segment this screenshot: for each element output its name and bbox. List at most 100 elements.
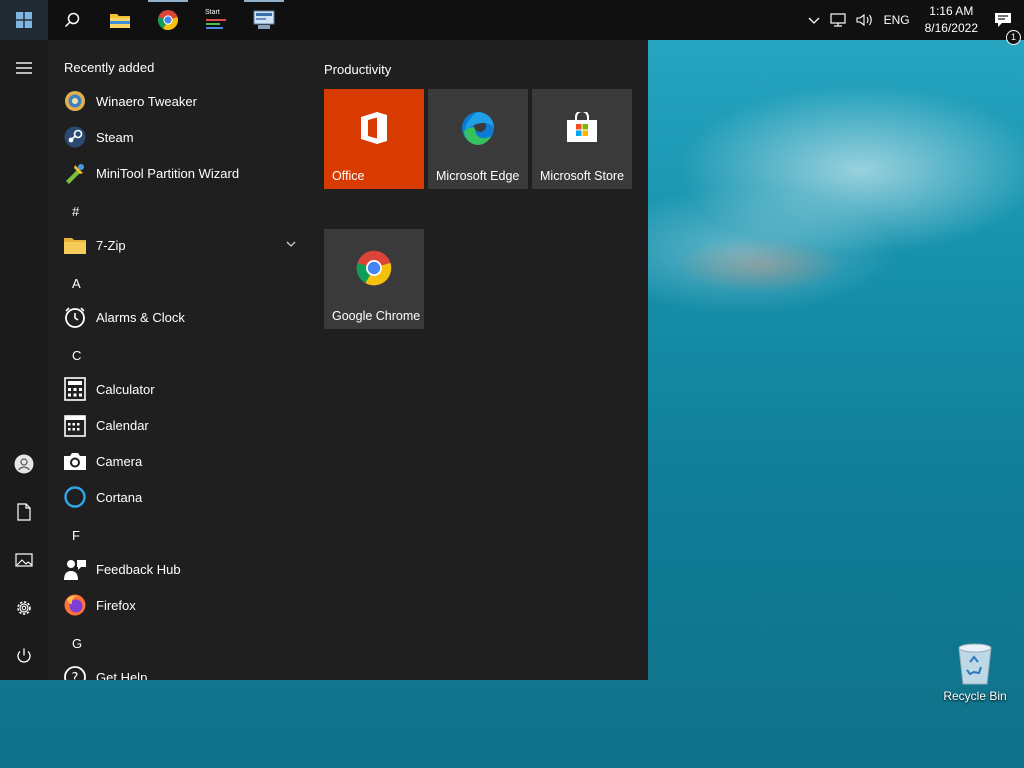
group-letter-hash[interactable]: # — [72, 204, 79, 219]
get-help-icon: ? — [62, 664, 88, 680]
firefox-icon — [62, 592, 88, 618]
app-minitool-partition-wizard[interactable]: MiniTool Partition Wizard — [62, 156, 302, 190]
taskbar-network-app[interactable] — [240, 0, 288, 40]
tile-microsoft-edge[interactable]: Microsoft Edge — [428, 89, 528, 189]
gear-icon — [17, 601, 31, 615]
action-center-button[interactable]: 1 — [986, 12, 1024, 45]
pictures-button[interactable] — [0, 540, 48, 580]
tile-group-title[interactable]: Productivity — [324, 62, 391, 77]
settings-button[interactable] — [0, 588, 48, 628]
picture-icon — [15, 553, 33, 567]
network-icon — [829, 13, 846, 27]
tile-microsoft-store[interactable]: Microsoft Store — [532, 89, 632, 189]
tile-label: Google Chrome — [332, 309, 421, 323]
notification-badge: 1 — [1006, 30, 1021, 45]
app-label: Feedback Hub — [96, 561, 181, 577]
user-icon — [14, 454, 34, 474]
chevron-up-icon — [808, 17, 820, 24]
volume-icon — [856, 13, 872, 27]
taskbar-chrome[interactable] — [144, 0, 192, 40]
app-feedback-hub[interactable]: Feedback Hub — [62, 552, 302, 586]
tile-label: Microsoft Store — [540, 169, 625, 183]
alarm-clock-icon — [62, 304, 88, 330]
calendar-icon — [62, 412, 88, 438]
app-label: Calendar — [96, 417, 149, 433]
file-explorer-icon — [110, 14, 130, 28]
clock[interactable]: 1:16 AM 8/16/2022 — [915, 3, 986, 37]
folder-icon — [62, 232, 88, 258]
start-menu-rail — [0, 40, 48, 680]
chrome-icon — [324, 229, 424, 307]
cortana-icon — [62, 484, 88, 510]
edge-icon — [428, 89, 528, 167]
recycle-bin-label: Recycle Bin — [943, 689, 1007, 703]
tile-label: Microsoft Edge — [436, 169, 520, 183]
recycle-bin-icon — [958, 643, 992, 685]
network-app-icon — [253, 10, 275, 29]
app-cortana[interactable]: Cortana — [62, 480, 302, 514]
show-hidden-icons-button[interactable] — [803, 14, 825, 26]
app-calendar[interactable]: Calendar — [62, 408, 302, 442]
chrome-icon — [157, 10, 178, 31]
app-label: Alarms & Clock — [96, 309, 185, 325]
app-label: Get Help — [96, 669, 148, 681]
taskbar-file-explorer[interactable] — [96, 0, 144, 40]
app-winaero-tweaker[interactable]: Winaero Tweaker — [62, 84, 302, 118]
windows-logo-icon — [16, 12, 32, 28]
group-letter-g[interactable]: G — [72, 636, 82, 651]
tile-google-chrome[interactable]: Google Chrome — [324, 229, 424, 329]
language-indicator[interactable]: ENG — [879, 13, 915, 27]
recently-added-header: Recently added — [64, 60, 155, 75]
power-icon — [17, 648, 31, 663]
steam-icon — [62, 124, 88, 150]
minitool-icon — [62, 160, 88, 186]
network-tray-button[interactable] — [825, 13, 851, 27]
taskbar: Start ENG 1:16 AM 8/16/2022 1 — [0, 0, 1024, 45]
group-letter-c[interactable]: C — [72, 348, 81, 363]
group-letter-f[interactable]: F — [72, 528, 80, 543]
clock-date: 8/16/2022 — [924, 21, 978, 35]
svg-text:?: ? — [72, 671, 79, 680]
app-firefox[interactable]: Firefox — [62, 588, 302, 622]
camera-icon — [62, 448, 88, 474]
start-menu: Recently added Winaero Tweaker Steam Min… — [0, 40, 648, 680]
app-steam[interactable]: Steam — [62, 120, 302, 154]
app-label: 7-Zip — [96, 237, 126, 253]
app-label: Steam — [96, 129, 134, 145]
calculator-icon — [62, 376, 88, 402]
app-label: MiniTool Partition Wizard — [96, 165, 240, 181]
office-icon — [324, 89, 424, 167]
volume-tray-button[interactable] — [851, 13, 879, 27]
document-icon — [17, 503, 31, 521]
winaero-tweaker-icon — [62, 88, 88, 114]
app-label: Cortana — [96, 489, 143, 505]
tile-office[interactable]: Office — [324, 89, 424, 189]
startisback-icon: Start — [205, 9, 227, 31]
power-button[interactable] — [0, 636, 48, 676]
app-calculator[interactable]: Calculator — [62, 372, 302, 406]
app-7zip-folder[interactable]: 7-Zip — [62, 228, 302, 262]
chevron-down-icon — [286, 241, 296, 247]
app-label: Calculator — [96, 381, 155, 397]
app-list: Recently added Winaero Tweaker Steam Min… — [48, 40, 306, 680]
app-camera[interactable]: Camera — [62, 444, 302, 478]
taskbar-startisback[interactable]: Start — [192, 0, 240, 40]
documents-button[interactable] — [0, 492, 48, 532]
taskbar-search-button[interactable] — [48, 0, 96, 40]
group-letter-a[interactable]: A — [72, 276, 81, 291]
notification-icon — [995, 13, 1011, 27]
system-tray: ENG 1:16 AM 8/16/2022 1 — [803, 0, 1024, 45]
app-get-help[interactable]: ? Get Help — [62, 660, 302, 680]
user-account-button[interactable] — [0, 444, 48, 484]
tile-label: Office — [332, 169, 365, 183]
desktop-recycle-bin[interactable]: Recycle Bin — [940, 640, 1010, 703]
app-alarms-clock[interactable]: Alarms & Clock — [62, 300, 302, 334]
clock-time: 1:16 AM — [929, 4, 974, 18]
search-icon — [64, 12, 80, 28]
feedback-hub-icon — [62, 556, 88, 582]
expand-menu-button[interactable] — [0, 48, 48, 88]
app-label: Winaero Tweaker — [96, 93, 197, 109]
start-button[interactable] — [0, 0, 48, 40]
app-label: Camera — [96, 453, 143, 469]
startisback-label: Start — [205, 9, 220, 16]
